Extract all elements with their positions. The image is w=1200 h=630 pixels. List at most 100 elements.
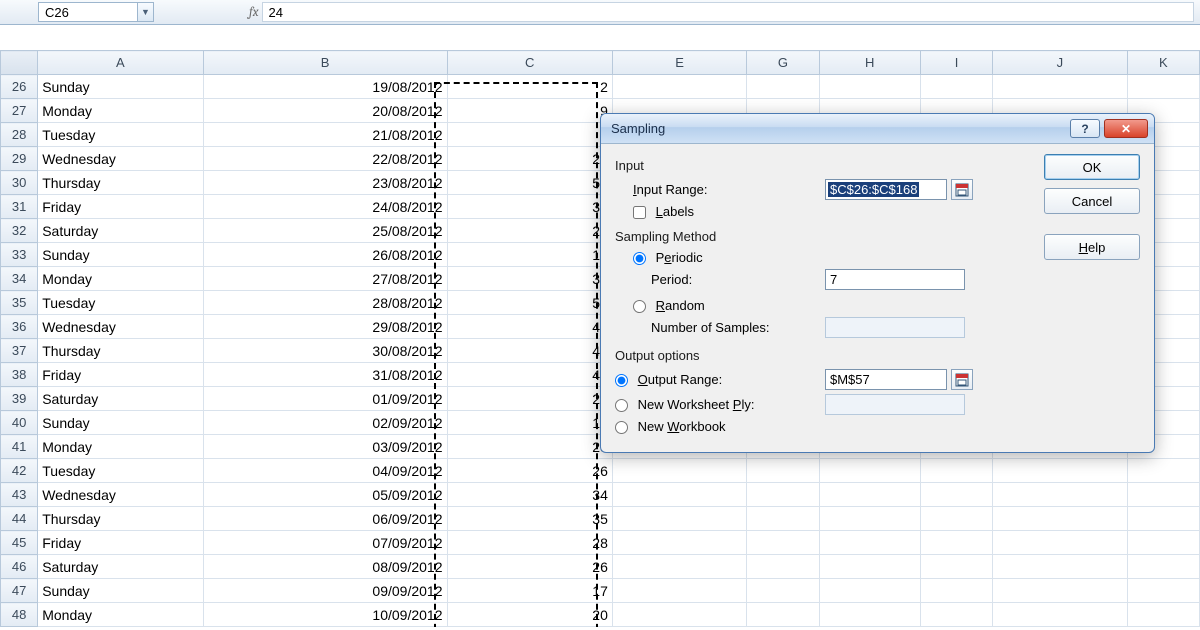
range-picker-icon[interactable] <box>951 369 973 390</box>
row-header[interactable]: 40 <box>1 411 38 435</box>
cell[interactable] <box>993 75 1127 99</box>
col-header[interactable]: B <box>203 51 447 75</box>
col-header[interactable]: H <box>819 51 920 75</box>
formula-input[interactable]: 24 <box>262 2 1195 22</box>
cell[interactable]: 02/09/2012 <box>203 411 447 435</box>
row-header[interactable]: 44 <box>1 507 38 531</box>
cell[interactable] <box>920 75 992 99</box>
cell[interactable] <box>1127 555 1199 579</box>
cell[interactable]: Tuesday <box>38 459 203 483</box>
row-header[interactable]: 45 <box>1 531 38 555</box>
cell[interactable]: 10/09/2012 <box>203 603 447 627</box>
cell[interactable]: 19 <box>447 243 612 267</box>
new-workbook-radio-wrap[interactable]: New Workbook <box>615 419 825 434</box>
cell[interactable] <box>819 75 920 99</box>
cell[interactable]: 27/08/2012 <box>203 267 447 291</box>
fx-icon[interactable]: fx <box>246 5 262 20</box>
random-radio-wrap[interactable]: Random <box>615 298 825 313</box>
cell[interactable]: 04/09/2012 <box>203 459 447 483</box>
col-header[interactable]: K <box>1127 51 1199 75</box>
cell[interactable] <box>819 507 920 531</box>
cell[interactable] <box>920 555 992 579</box>
cell[interactable]: Saturday <box>38 219 203 243</box>
cell[interactable]: 19/08/2012 <box>203 75 447 99</box>
period-input[interactable] <box>825 269 965 290</box>
cell[interactable]: Wednesday <box>38 147 203 171</box>
help-button[interactable]: Help <box>1044 234 1140 260</box>
cell[interactable] <box>1127 459 1199 483</box>
cell[interactable] <box>819 459 920 483</box>
row-header[interactable]: 39 <box>1 387 38 411</box>
cell[interactable] <box>612 579 746 603</box>
cell[interactable]: 21/08/2012 <box>203 123 447 147</box>
row-header[interactable]: 34 <box>1 267 38 291</box>
cell[interactable]: 20/08/2012 <box>203 99 447 123</box>
cell[interactable]: Wednesday <box>38 315 203 339</box>
new-workbook-radio[interactable] <box>615 421 628 434</box>
row-header[interactable]: 35 <box>1 291 38 315</box>
cell[interactable]: Monday <box>38 435 203 459</box>
cell[interactable]: Wednesday <box>38 483 203 507</box>
cell[interactable]: 08/09/2012 <box>203 555 447 579</box>
cell[interactable]: 8 <box>447 123 612 147</box>
col-header[interactable]: C <box>447 51 612 75</box>
labels-checkbox-wrap[interactable]: Labels <box>615 204 825 219</box>
cell[interactable]: 01/09/2012 <box>203 387 447 411</box>
cell[interactable] <box>993 603 1127 627</box>
cell[interactable] <box>612 483 746 507</box>
cell[interactable] <box>819 531 920 555</box>
cell[interactable] <box>1127 483 1199 507</box>
cell[interactable] <box>747 579 819 603</box>
cell[interactable] <box>1127 531 1199 555</box>
row-header[interactable]: 29 <box>1 147 38 171</box>
cell[interactable]: 23 <box>447 435 612 459</box>
row-header[interactable]: 38 <box>1 363 38 387</box>
cancel-button[interactable]: Cancel <box>1044 188 1140 214</box>
cell[interactable]: 38 <box>447 195 612 219</box>
cell[interactable] <box>993 507 1127 531</box>
cell[interactable]: 29 <box>447 147 612 171</box>
row-header[interactable]: 37 <box>1 339 38 363</box>
cell[interactable]: 23/08/2012 <box>203 171 447 195</box>
cell[interactable]: 09/09/2012 <box>203 579 447 603</box>
cell[interactable] <box>747 459 819 483</box>
row-header[interactable]: 32 <box>1 219 38 243</box>
cell[interactable] <box>612 531 746 555</box>
cell[interactable] <box>747 531 819 555</box>
cell[interactable]: 15 <box>447 411 612 435</box>
dialog-help-button[interactable]: ? <box>1070 119 1100 138</box>
cell[interactable]: 51 <box>447 291 612 315</box>
cell[interactable]: 53 <box>447 171 612 195</box>
cell[interactable]: Friday <box>38 363 203 387</box>
cell[interactable]: 24 <box>447 219 612 243</box>
periodic-radio[interactable] <box>633 252 646 265</box>
select-all-corner[interactable] <box>1 51 38 75</box>
cell[interactable] <box>747 555 819 579</box>
cell[interactable]: 05/09/2012 <box>203 483 447 507</box>
cell[interactable] <box>612 507 746 531</box>
cell[interactable] <box>747 603 819 627</box>
cell[interactable]: 22/08/2012 <box>203 147 447 171</box>
cell[interactable]: 26 <box>447 555 612 579</box>
cell[interactable]: 17 <box>447 579 612 603</box>
cell[interactable]: Saturday <box>38 555 203 579</box>
row-header[interactable]: 41 <box>1 435 38 459</box>
cell[interactable]: 03/09/2012 <box>203 435 447 459</box>
cell[interactable] <box>612 603 746 627</box>
cell[interactable] <box>612 75 746 99</box>
row-header[interactable]: 31 <box>1 195 38 219</box>
cell[interactable]: 25/08/2012 <box>203 219 447 243</box>
cell[interactable]: 26 <box>447 459 612 483</box>
cell[interactable] <box>920 483 992 507</box>
row-header[interactable]: 48 <box>1 603 38 627</box>
col-header[interactable]: G <box>747 51 819 75</box>
row-header[interactable]: 47 <box>1 579 38 603</box>
cell[interactable]: 29/08/2012 <box>203 315 447 339</box>
cell[interactable] <box>993 555 1127 579</box>
row-header[interactable]: 26 <box>1 75 38 99</box>
row-header[interactable]: 27 <box>1 99 38 123</box>
cell[interactable]: 28/08/2012 <box>203 291 447 315</box>
range-picker-icon[interactable] <box>951 179 973 200</box>
cell[interactable] <box>920 603 992 627</box>
cell[interactable]: Monday <box>38 99 203 123</box>
